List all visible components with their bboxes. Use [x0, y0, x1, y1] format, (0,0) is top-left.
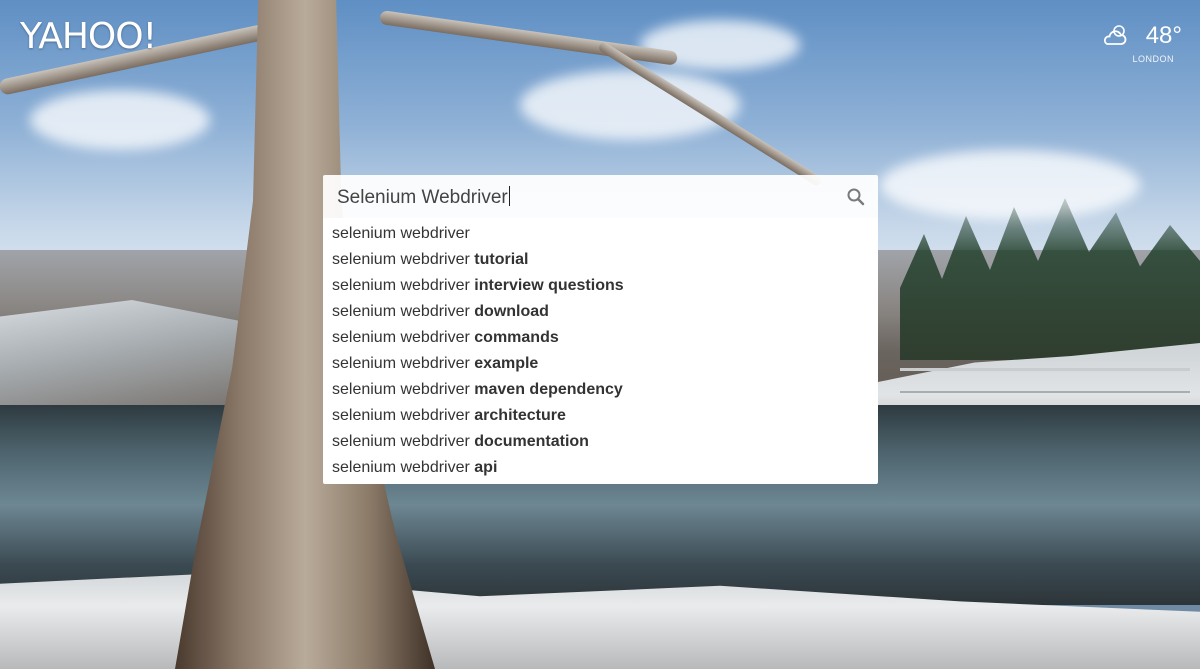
- yahoo-logo[interactable]: YAHOO!: [20, 16, 157, 57]
- cloudy-icon: [1103, 25, 1127, 45]
- suggestion-item[interactable]: selenium webdriver interview questions: [323, 273, 878, 299]
- weather-widget[interactable]: 48° LONDON: [1062, 20, 1182, 70]
- search-icon: [847, 188, 865, 206]
- suggestion-item[interactable]: selenium webdriver architecture: [323, 403, 878, 429]
- search-box[interactable]: Selenium Webdriver: [323, 175, 878, 218]
- suggestion-item[interactable]: selenium webdriver commands: [323, 325, 878, 351]
- suggestion-item[interactable]: selenium webdriver maven dependency: [323, 377, 878, 403]
- weather-city: LONDON: [1132, 54, 1174, 64]
- suggestion-item[interactable]: selenium webdriver tutorial: [323, 247, 878, 273]
- suggestion-item[interactable]: selenium webdriver: [323, 221, 878, 247]
- suggestion-item[interactable]: selenium webdriver download: [323, 299, 878, 325]
- suggestion-item[interactable]: selenium webdriver documentation: [323, 429, 878, 455]
- suggestion-list: selenium webdriver selenium webdriver tu…: [323, 218, 878, 484]
- search-input[interactable]: Selenium Webdriver: [337, 186, 510, 209]
- text-cursor: [508, 186, 510, 206]
- suggestion-item[interactable]: selenium webdriver api: [323, 455, 878, 481]
- suggestion-item[interactable]: selenium webdriver example: [323, 351, 878, 377]
- search-button[interactable]: [842, 184, 870, 210]
- temperature: 48°: [1145, 22, 1182, 49]
- search-area: Selenium Webdriver selenium webdriver se…: [323, 175, 878, 484]
